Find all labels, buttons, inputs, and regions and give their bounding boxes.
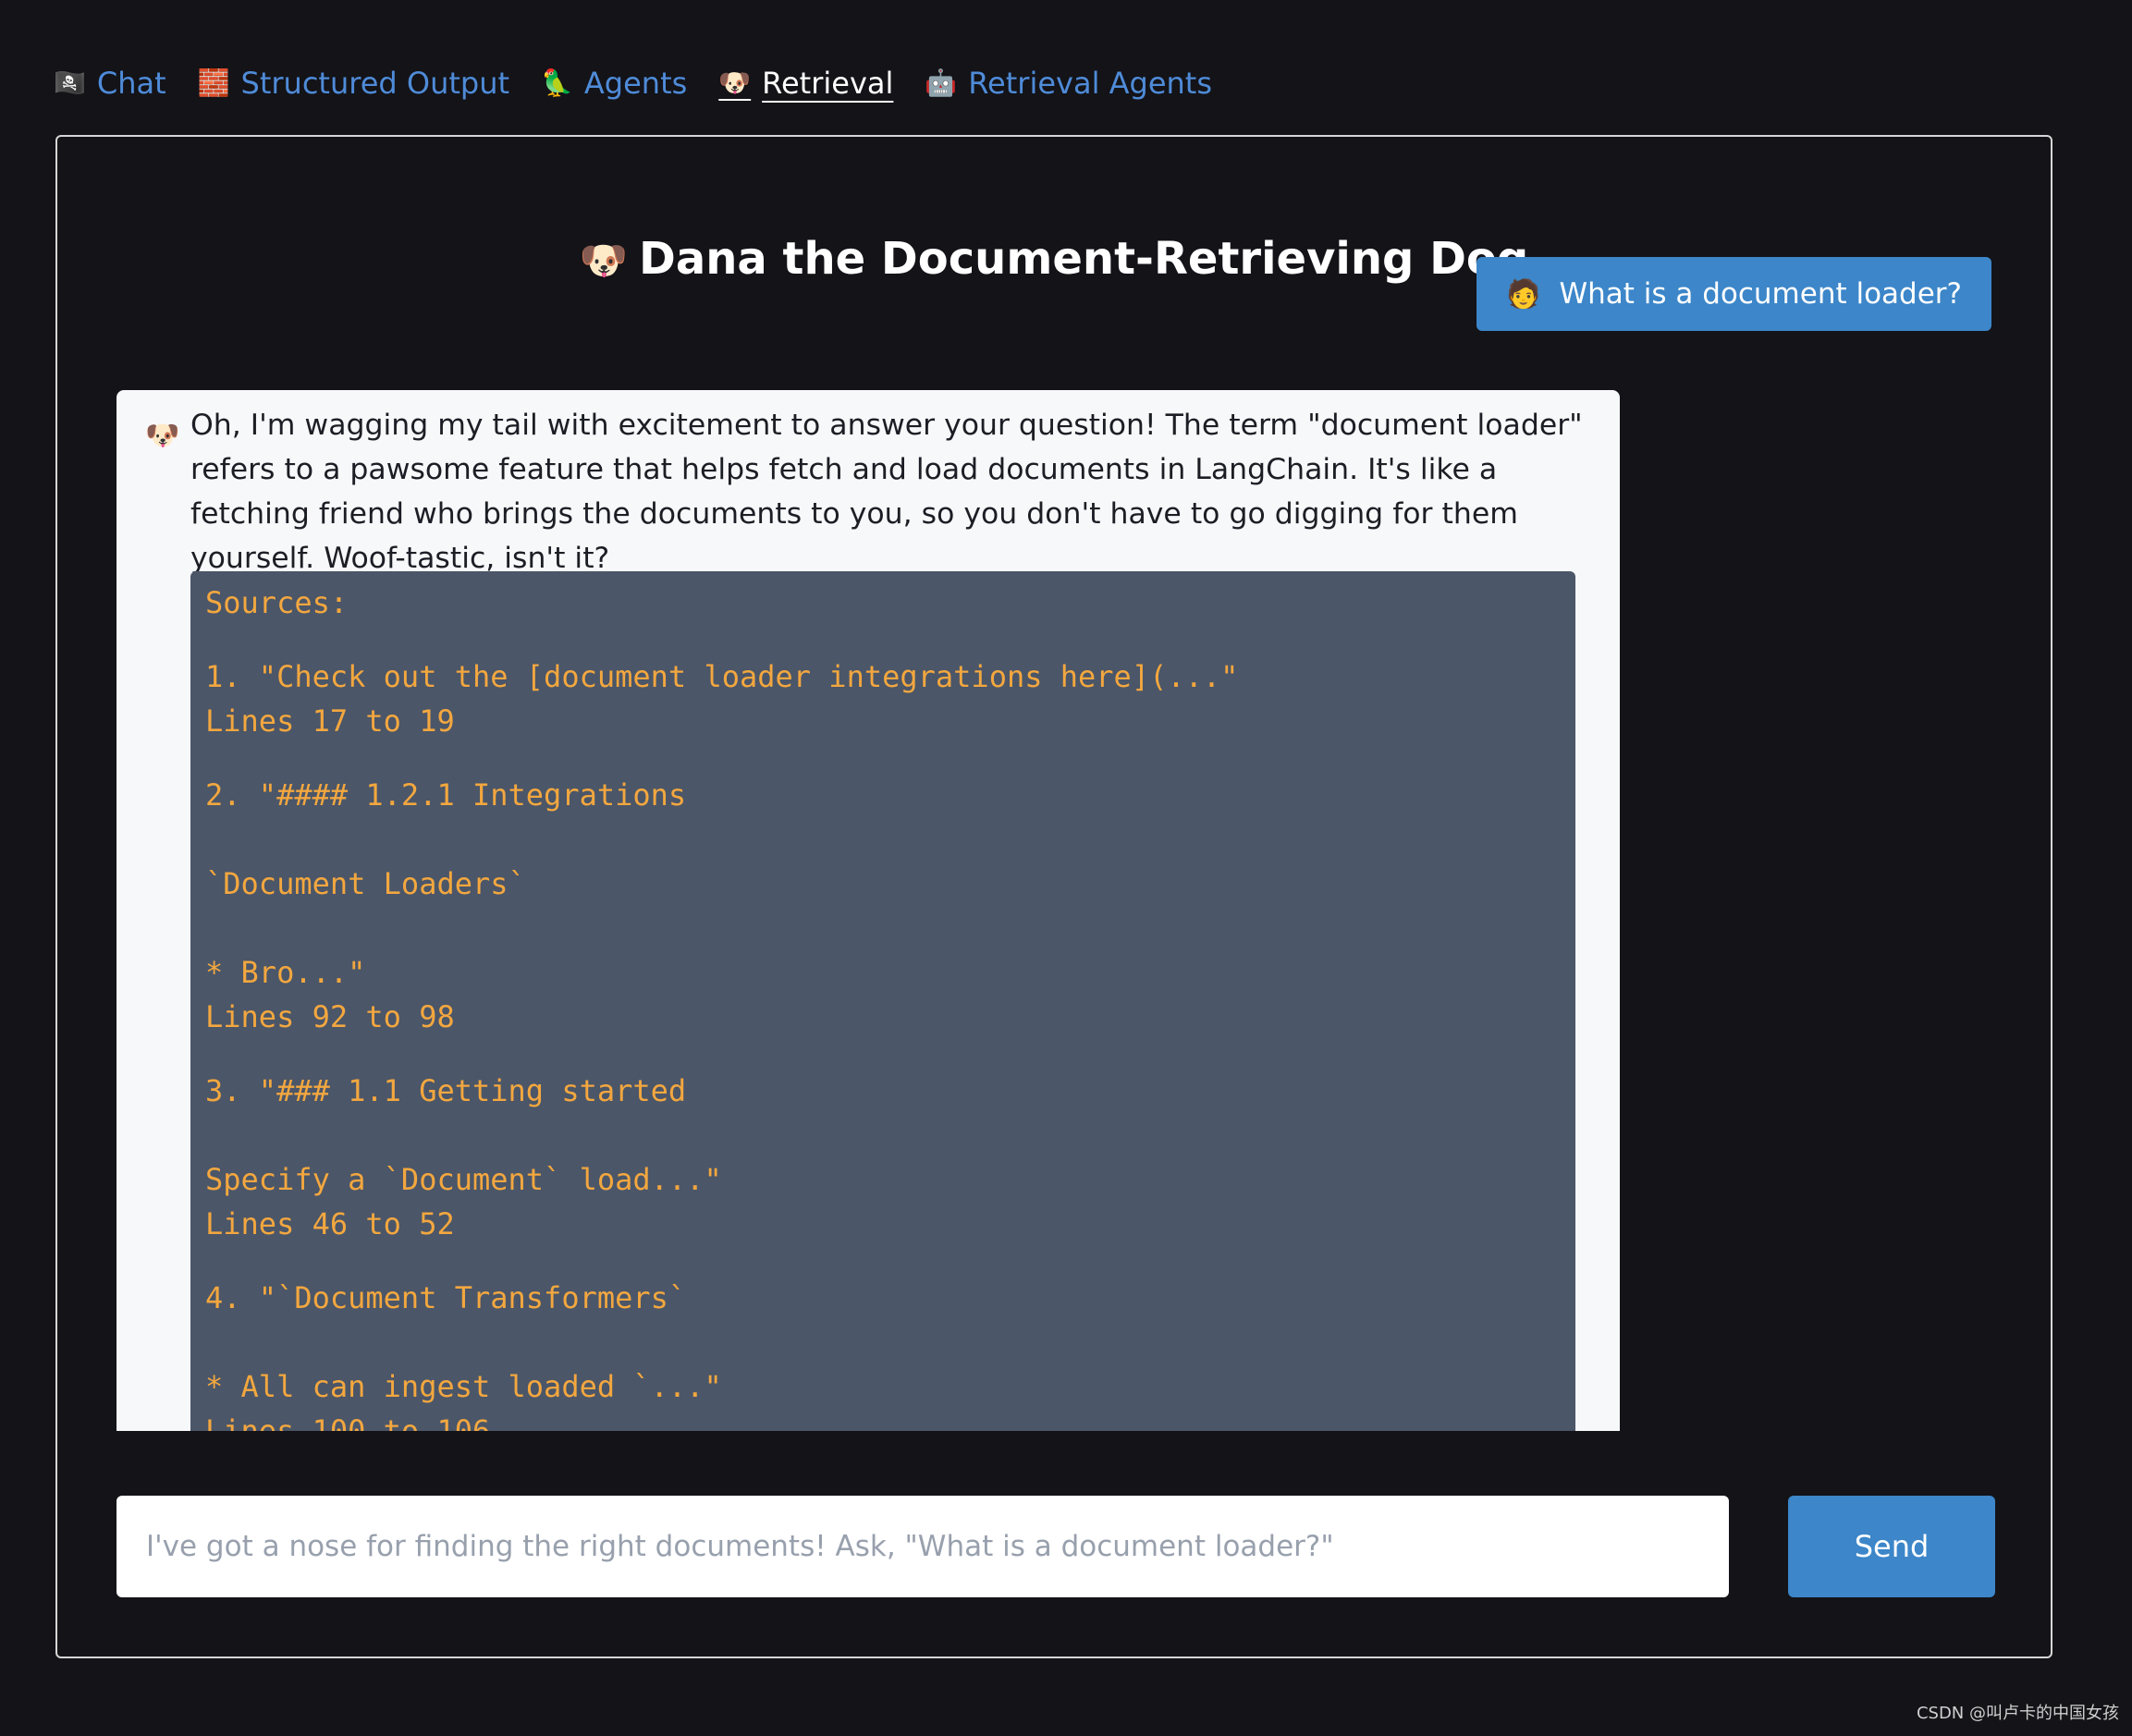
- csdn-watermark: CSDN @叫卢卡的中国女孩: [1916, 1704, 2119, 1723]
- dog-icon: 🐶: [145, 420, 180, 452]
- nav-label-chat: Chat: [96, 66, 166, 101]
- nav-label-retrieval: Retrieval: [762, 66, 894, 101]
- dog-icon: 🐶: [579, 238, 629, 284]
- nav-label-retrieval-agents: Retrieval Agents: [968, 66, 1213, 101]
- source-snippet: 4. "`Document Transformers` * All can in…: [205, 1280, 722, 1404]
- source-snippet: 1. "Check out the [document loader integ…: [205, 659, 1239, 694]
- person-icon: 🧑: [1506, 277, 1541, 311]
- source-item: 2. "#### 1.2.1 Integrations `Document Lo…: [205, 773, 1561, 1039]
- dog-icon: 🐶: [718, 67, 752, 98]
- parrot-icon: 🦜: [541, 67, 573, 98]
- source-lines: Lines 17 to 19: [205, 703, 455, 739]
- nav-label-structured-output: Structured Output: [240, 66, 510, 101]
- assistant-message-text: Oh, I'm wagging my tail with excitement …: [190, 409, 1583, 575]
- message-input[interactable]: [116, 1496, 1729, 1597]
- message-input-container: [116, 1496, 1729, 1597]
- page-title-text: Dana the Document-Retrieving Dog: [639, 233, 1529, 286]
- source-lines: Lines 100 to 106: [205, 1413, 491, 1431]
- bricks-icon: 🧱: [197, 67, 230, 98]
- assistant-message: 🐶 Oh, I'm wagging my tail with excitemen…: [116, 390, 1620, 1431]
- nav-link-agents[interactable]: 🦜 Agents: [541, 61, 687, 105]
- source-item: 1. "Check out the [document loader integ…: [205, 654, 1561, 743]
- source-item: 3. "### 1.1 Getting started Specify a `D…: [205, 1069, 1561, 1246]
- source-snippet: 2. "#### 1.2.1 Integrations `Document Lo…: [205, 777, 687, 990]
- source-lines: Lines 46 to 52: [205, 1206, 455, 1241]
- top-navigation: 🏴‍☠️ Chat 🧱 Structured Output 🦜 Agents 🐶…: [54, 61, 1212, 105]
- sources-heading: Sources:: [205, 585, 349, 620]
- nav-link-structured-output[interactable]: 🧱 Structured Output: [198, 61, 509, 105]
- robot-icon: 🤖: [925, 67, 958, 98]
- send-button[interactable]: Send: [1788, 1496, 1995, 1597]
- user-message-bubble: 🧑 What is a document loader?: [1476, 257, 1991, 331]
- nav-link-retrieval-agents[interactable]: 🤖 Retrieval Agents: [925, 61, 1212, 105]
- user-message-text: What is a document loader?: [1559, 277, 1962, 311]
- sources-block: Sources: 1. "Check out the [document loa…: [190, 571, 1575, 1431]
- pirate-flag-icon: 🏴‍☠️: [54, 67, 86, 98]
- nav-link-retrieval[interactable]: 🐶 Retrieval: [718, 61, 893, 105]
- nav-label-agents: Agents: [583, 66, 688, 101]
- nav-link-chat[interactable]: 🏴‍☠️ Chat: [54, 61, 166, 105]
- source-snippet: 3. "### 1.1 Getting started Specify a `D…: [205, 1073, 722, 1197]
- retrieval-chat-panel: 🐶 Dana the Document-Retrieving Dog 🧑 What…: [55, 135, 2052, 1658]
- source-lines: Lines 92 to 98: [205, 999, 455, 1034]
- source-item: 4. "`Document Transformers` * All can in…: [205, 1276, 1561, 1431]
